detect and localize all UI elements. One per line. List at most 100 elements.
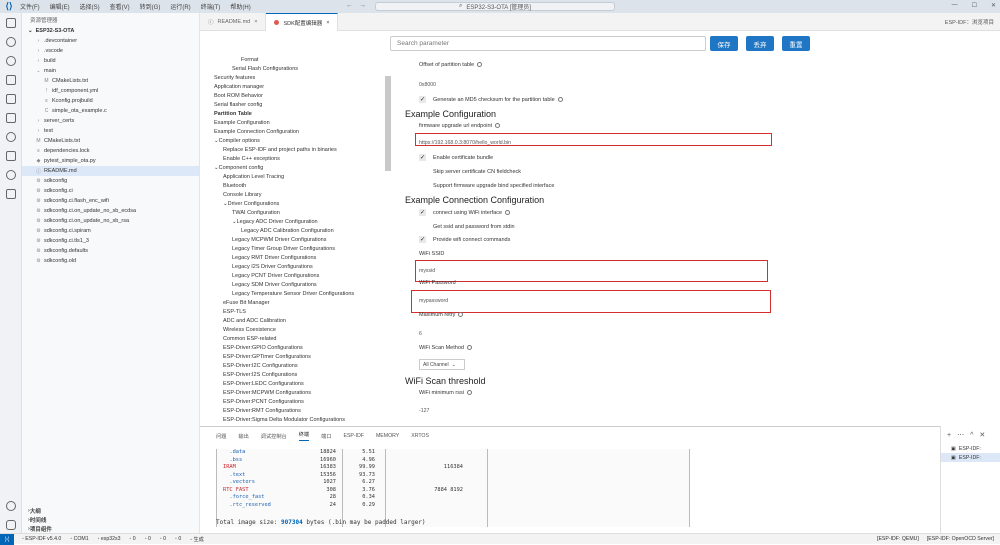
close-panel-icon[interactable]: ✕ bbox=[979, 431, 985, 439]
info-icon[interactable] bbox=[467, 345, 472, 350]
panel-tab[interactable]: ESP-IDF bbox=[344, 433, 364, 439]
tree-item[interactable]: ⌄main bbox=[22, 66, 199, 76]
status-item[interactable]: ◦ 0 bbox=[175, 536, 181, 542]
nav-item[interactable]: Legacy Timer Group Driver Configurations bbox=[214, 244, 390, 253]
nav-item[interactable]: Application manager bbox=[214, 82, 390, 91]
info-icon[interactable] bbox=[505, 210, 510, 215]
nav-item[interactable]: Format bbox=[214, 55, 390, 64]
tree-item[interactable]: MCMakeLists.txt bbox=[22, 136, 199, 146]
nav-item[interactable]: Serial Flash Configurations bbox=[214, 64, 390, 73]
status-item[interactable]: ◦ COM1 bbox=[70, 536, 88, 542]
nav-item[interactable]: eFuse Bit Manager bbox=[214, 298, 390, 307]
editor-tab[interactable]: ⓘREADME.md× bbox=[200, 13, 266, 31]
tree-item[interactable]: Csimple_ota_example.c bbox=[22, 106, 199, 116]
sidebar-section[interactable]: › 大纲 bbox=[22, 506, 199, 515]
esp-idf-icon[interactable] bbox=[6, 151, 16, 161]
menu-item[interactable]: 运行(R) bbox=[170, 2, 190, 11]
panel-tab[interactable]: 调试控制台 bbox=[261, 433, 287, 440]
extensions-icon[interactable] bbox=[6, 94, 16, 104]
close-icon[interactable]: × bbox=[326, 20, 329, 26]
search-parameter-input[interactable]: Search parameter bbox=[390, 36, 706, 51]
tree-item[interactable]: ›server_certs bbox=[22, 116, 199, 126]
skip-cn-checkbox[interactable]: Skip server certificate CN fieldcheck bbox=[419, 168, 521, 175]
explorer-icon[interactable] bbox=[6, 18, 16, 28]
tree-item[interactable]: !idf_component.yml bbox=[22, 86, 199, 96]
nav-item[interactable]: ADC and ADC Calibration bbox=[214, 316, 390, 325]
tree-item[interactable]: ⚙sdkconfig.ci.spiram bbox=[22, 226, 199, 236]
editor-tab[interactable]: SDK配置编辑器× bbox=[266, 13, 338, 31]
workspace-root[interactable]: ⌄ ESP32-S3-OTA bbox=[22, 26, 199, 35]
forward-arrow-icon[interactable]: → bbox=[359, 2, 366, 9]
nav-item[interactable]: Serial flasher config bbox=[214, 100, 390, 109]
nav-item[interactable]: Wireless Coexistence bbox=[214, 325, 390, 334]
reset-button[interactable]: 重置 bbox=[782, 36, 810, 51]
testing-icon[interactable] bbox=[6, 132, 16, 142]
tree-item[interactable]: ⚙sdkconfig.ci.flash_enc_wifi bbox=[22, 196, 199, 206]
sidebar-section[interactable]: › 项目组件 bbox=[22, 524, 199, 533]
status-item[interactable]: ◦ 生成 bbox=[190, 536, 204, 543]
panel-tab[interactable]: 输出 bbox=[238, 433, 248, 440]
nav-item[interactable]: ESP-Driver:RMT Configurations bbox=[214, 406, 390, 415]
provide-cmds-checkbox[interactable]: ✓Provide wifi connect commands bbox=[419, 236, 510, 243]
esp-idf-explore-project[interactable]: ESP-IDF：浏览项目 bbox=[945, 18, 994, 26]
password-value[interactable]: mypassword bbox=[419, 298, 448, 304]
nav-item[interactable]: ⌄ Legacy ADC Driver Configuration bbox=[214, 217, 390, 226]
panel-tab[interactable]: 终端 bbox=[299, 431, 309, 441]
nav-item[interactable]: ESP-Driver:GPTimer Configurations bbox=[214, 352, 390, 361]
nav-item[interactable]: Legacy SDM Driver Configurations bbox=[214, 280, 390, 289]
panel-tab[interactable]: XRTOS bbox=[411, 433, 429, 439]
maximize-icon[interactable]: ☐ bbox=[972, 2, 977, 9]
cert-bundle-checkbox[interactable]: ✓Enable certificate bundle bbox=[419, 154, 493, 161]
md5-checkbox[interactable]: ✓Generate an MD5 checksum for the partit… bbox=[419, 96, 563, 103]
info-icon[interactable] bbox=[458, 312, 463, 317]
tree-item[interactable]: ⚙sdkconfig.ci.on_update_no_sb_ecdsa bbox=[22, 206, 199, 216]
tree-item[interactable]: ⓘREADME.md bbox=[22, 166, 199, 176]
tree-item[interactable]: ≡dependencies.lock bbox=[22, 146, 199, 156]
terminal-instance[interactable]: ▣ESP-IDF: bbox=[941, 453, 1000, 462]
menu-item[interactable]: 帮助(H) bbox=[230, 2, 250, 11]
tree-item[interactable]: ⚙sdkconfig.ci bbox=[22, 186, 199, 196]
nav-item[interactable]: Application Level Tracing bbox=[214, 172, 390, 181]
nav-item[interactable]: Example Connection Configuration bbox=[214, 127, 390, 136]
retry-value[interactable]: 6 bbox=[419, 331, 422, 337]
nav-item[interactable]: ⌄ Compiler options bbox=[214, 136, 390, 145]
save-button[interactable]: 保存 bbox=[710, 36, 738, 51]
menu-item[interactable]: 选择(S) bbox=[80, 2, 100, 11]
status-item[interactable]: ◦ 0 bbox=[145, 536, 151, 542]
search-icon[interactable] bbox=[6, 37, 16, 47]
tree-item[interactable]: MCMakeLists.txt bbox=[22, 76, 199, 86]
nav-item[interactable]: Legacy MCPWM Driver Configurations bbox=[214, 235, 390, 244]
nav-item[interactable]: ESP-Driver:Sigma Delta Modulator Configu… bbox=[214, 415, 390, 424]
menu-item[interactable]: 文件(F) bbox=[20, 2, 40, 11]
nav-item[interactable]: Bluetooth bbox=[214, 181, 390, 190]
nav-item[interactable]: Security features bbox=[214, 73, 390, 82]
menu-item[interactable]: 终端(T) bbox=[201, 2, 221, 11]
connect-wifi-checkbox[interactable]: ✓connect using WiFi interface bbox=[419, 209, 510, 216]
back-arrow-icon[interactable]: ← bbox=[346, 2, 353, 9]
nav-item[interactable]: Boot ROM Behavior bbox=[214, 91, 390, 100]
remote-icon[interactable]: ⟩⟨ bbox=[0, 534, 14, 545]
get-ssid-checkbox[interactable]: Get ssid and password from stdin bbox=[419, 223, 515, 230]
nav-item[interactable]: ESP-Driver:GPIO Configurations bbox=[214, 343, 390, 352]
tree-item[interactable]: ›.vscode bbox=[22, 46, 199, 56]
tree-item[interactable]: ⚙sdkconfig.ci.tls1_3 bbox=[22, 236, 199, 246]
info-icon[interactable] bbox=[477, 62, 482, 67]
menu-item[interactable]: 转到(G) bbox=[140, 2, 161, 11]
status-item-right[interactable]: [ESP-IDF: QEMU] bbox=[877, 536, 919, 542]
status-item[interactable]: ◦ 0 bbox=[130, 536, 136, 542]
menu-item[interactable]: 查看(V) bbox=[110, 2, 130, 11]
account-icon[interactable] bbox=[6, 501, 16, 511]
rssi-value[interactable]: -127 bbox=[419, 408, 429, 414]
scan-method-select[interactable]: All Channel⌄ bbox=[419, 359, 465, 370]
tree-item[interactable]: ›build bbox=[22, 56, 199, 66]
status-item[interactable]: ◦ ESP-IDF v5.4.0 bbox=[22, 536, 61, 542]
offset-value[interactable]: 0x8000 bbox=[419, 82, 436, 88]
status-item[interactable]: ◦ 0 bbox=[160, 536, 166, 542]
add-terminal-icon[interactable]: + bbox=[947, 432, 951, 439]
info-icon[interactable] bbox=[495, 123, 500, 128]
nav-item[interactable]: ⌄ Component config bbox=[214, 163, 390, 172]
nav-item[interactable]: Legacy PCNT Driver Configurations bbox=[214, 271, 390, 280]
remote-explorer-icon[interactable] bbox=[6, 113, 16, 123]
tree-item[interactable]: ≡Kconfig.projbuild bbox=[22, 96, 199, 106]
close-icon[interactable]: × bbox=[254, 19, 257, 25]
